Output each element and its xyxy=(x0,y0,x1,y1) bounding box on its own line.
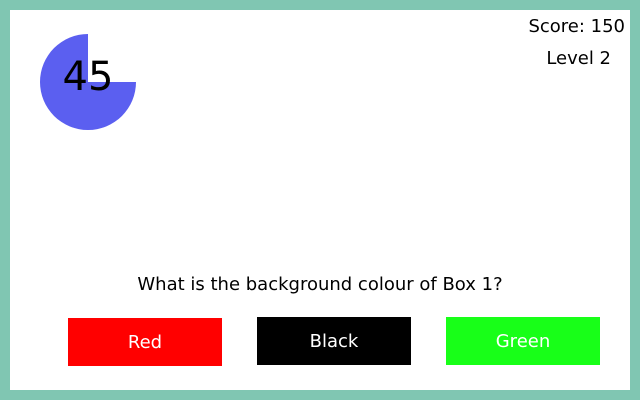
question-text: What is the background colour of Box 1? xyxy=(137,274,503,295)
answer-button-green[interactable]: Green xyxy=(446,317,600,365)
level-label: Level 2 xyxy=(546,48,611,69)
countdown-timer: 45 xyxy=(39,33,137,131)
game-panel: 45 Score: 150 Level 2 What is the backgr… xyxy=(10,10,630,390)
answer-button-black[interactable]: Black xyxy=(257,317,411,365)
answer-button-red[interactable]: Red xyxy=(68,318,222,366)
timer-value: 45 xyxy=(62,54,114,100)
score-label: Score: 150 xyxy=(528,16,625,37)
